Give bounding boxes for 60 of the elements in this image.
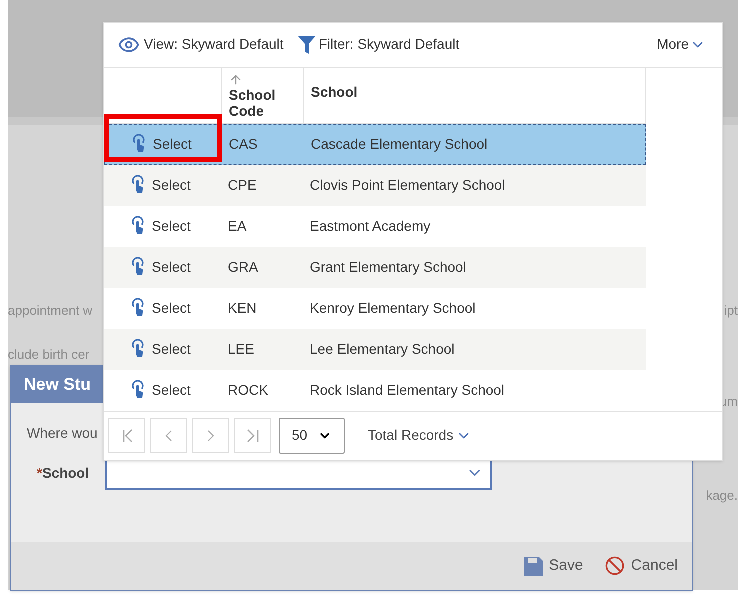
column-header: School xyxy=(311,82,359,102)
page-size-select[interactable]: 50 xyxy=(279,418,345,454)
pointer-icon xyxy=(130,257,146,278)
filter-button[interactable]: Filter: Skyward Default xyxy=(298,34,460,56)
sort-up-icon xyxy=(229,72,243,87)
select-button[interactable]: Select xyxy=(104,328,222,370)
table-cell-text: Eastmont Academy xyxy=(309,216,432,236)
field-label: *School xyxy=(37,464,90,482)
table-cell-text: Rock Island Elementary School xyxy=(309,380,506,400)
pointer-icon xyxy=(130,216,146,236)
table-row[interactable]: Select CAS Cascade Elementary School xyxy=(104,124,646,165)
table-row[interactable]: Select CPE Clovis Point Elementary School xyxy=(104,164,646,206)
pointer-icon xyxy=(130,339,146,360)
column-header: School Code xyxy=(229,86,277,119)
cancel-button[interactable]: Cancel xyxy=(605,554,678,578)
table-cell-text: Grant Elementary School xyxy=(309,258,468,277)
page-text: ipt xyxy=(724,302,738,320)
table-cell-text: Cascade Elementary School xyxy=(310,134,489,154)
first-page-button[interactable] xyxy=(108,418,145,454)
table-cell-text: KEN xyxy=(227,298,258,318)
select-button[interactable]: Select xyxy=(104,370,222,411)
first-page-icon xyxy=(120,428,132,443)
table-cell-text: CPE xyxy=(227,176,258,195)
select-button[interactable]: Select xyxy=(104,288,222,329)
more-button[interactable]: More xyxy=(657,34,708,56)
page-text: appointment w xyxy=(8,302,93,320)
table-cell-text: GRA xyxy=(227,258,260,277)
pointer-icon xyxy=(130,298,146,318)
total-records-button[interactable]: Total Records xyxy=(368,425,472,446)
chevron-left-icon xyxy=(164,428,174,443)
chevron-right-icon xyxy=(206,428,216,443)
view-button[interactable]: View: Skyward Default xyxy=(118,34,284,56)
table-cell-text: Clovis Point Elementary School xyxy=(309,176,506,195)
save-button[interactable]: Save xyxy=(524,554,584,578)
column-header-cell[interactable]: School Code xyxy=(222,68,304,123)
select-button[interactable]: Select xyxy=(104,164,222,206)
pointer-icon xyxy=(130,380,146,400)
pointer-icon xyxy=(131,134,147,154)
table-row[interactable]: Select GRA Grant Elementary School xyxy=(104,246,646,288)
pointer-icon xyxy=(130,175,146,196)
next-page-button[interactable] xyxy=(192,418,229,454)
select-button[interactable]: Select xyxy=(104,246,222,288)
dialog-title: New Stu xyxy=(24,374,92,396)
table-cell-text: Kenroy Elementary School xyxy=(309,298,477,318)
funnel-icon xyxy=(298,34,316,55)
table-cell-text: EA xyxy=(227,216,248,236)
last-page-icon xyxy=(246,428,258,443)
select-button[interactable]: Select xyxy=(104,206,222,247)
table-cell-text: ROCK xyxy=(227,380,270,400)
table-cell-text: CAS xyxy=(228,134,259,154)
page-text: clude birth cer xyxy=(8,346,90,362)
table-row[interactable]: Select LEE Lee Elementary School xyxy=(104,328,646,370)
column-header-cell[interactable]: School xyxy=(304,68,646,123)
page-text: kage. xyxy=(706,486,738,505)
dialog-prompt: Where wou xyxy=(27,425,98,441)
last-page-button[interactable] xyxy=(234,418,271,454)
cancel-icon xyxy=(605,556,626,576)
table-cell-text: Lee Elementary School xyxy=(309,340,456,359)
table-cell-text: LEE xyxy=(227,340,256,359)
previous-page-button[interactable] xyxy=(150,418,187,454)
